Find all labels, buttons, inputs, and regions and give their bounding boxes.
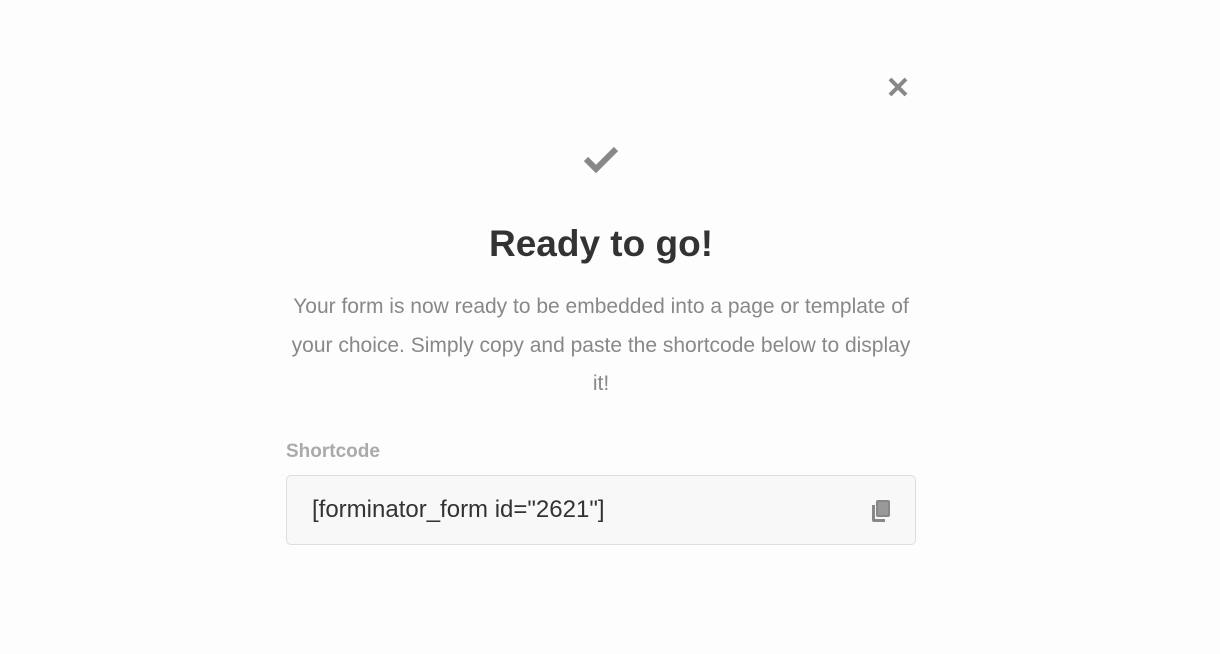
shortcode-value[interactable]: [forminator_form id="2621"] (312, 476, 605, 544)
shortcode-modal: Ready to go! Your form is now ready to b… (286, 0, 916, 654)
checkmark-icon (583, 146, 619, 174)
modal-description: Your form is now ready to be embedded in… (291, 295, 911, 395)
copy-icon[interactable] (870, 499, 892, 523)
close-icon (888, 77, 908, 97)
shortcode-field[interactable]: [forminator_form id="2621"] (286, 475, 916, 545)
close-button[interactable] (884, 73, 912, 101)
modal-title: Ready to go! (488, 223, 714, 264)
shortcode-label: Shortcode (286, 441, 380, 462)
